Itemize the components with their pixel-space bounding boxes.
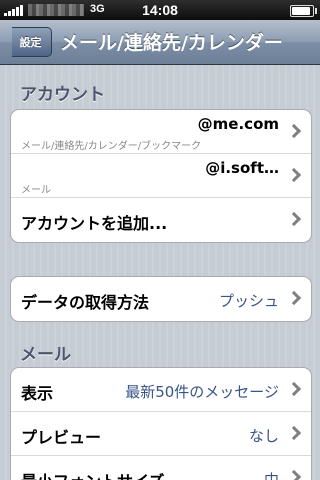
fetch-group: データの取得方法 プッシュ xyxy=(10,276,312,322)
chevron-right-icon xyxy=(286,425,302,441)
account-name: @me.com xyxy=(197,115,279,133)
status-time: 14:08 xyxy=(142,2,178,18)
page-title: メール/連絡先/カレンダー xyxy=(60,32,283,54)
chevron-right-icon xyxy=(286,381,302,397)
mail-group: 表示 最新50件のメッセージ プレビュー なし 最小フォントサイズ 中 xyxy=(10,367,312,480)
chevron-right-icon xyxy=(286,290,302,306)
chevron-right-icon xyxy=(286,123,302,139)
battery-icon xyxy=(290,5,317,17)
account-services: メール xyxy=(21,185,51,196)
status-bar: 3G 14:08 xyxy=(0,0,320,20)
preview-value: なし xyxy=(248,427,279,445)
account-name: @i.soft… xyxy=(205,159,279,177)
show-value: 最新50件のメッセージ xyxy=(125,383,279,401)
account-row-isoft[interactable]: @i.soft… メール xyxy=(11,154,311,198)
show-messages-row[interactable]: 表示 最新50件のメッセージ xyxy=(11,368,311,412)
font-size-label: 最小フォントサイズ xyxy=(21,468,165,480)
chevron-right-icon xyxy=(286,167,302,183)
chevron-right-icon xyxy=(286,469,302,480)
font-size-value: 中 xyxy=(263,471,279,480)
fetch-value: プッシュ xyxy=(218,292,279,310)
preview-label: プレビュー xyxy=(21,428,102,447)
settings-screen: 3G 14:08 設定 メール/連絡先/カレンダー アカウント @me.com … xyxy=(0,0,320,480)
fetch-new-data-row[interactable]: データの取得方法 プッシュ xyxy=(11,277,311,321)
preview-row[interactable]: プレビュー なし xyxy=(11,412,311,456)
navigation-bar: 設定 メール/連絡先/カレンダー xyxy=(0,20,320,65)
back-button-settings[interactable]: 設定 xyxy=(12,27,52,57)
back-button-label: 設定 xyxy=(19,37,42,49)
accounts-group: @me.com メール/連絡先/カレンダー/ブックマーク @i.soft… メー… xyxy=(10,109,312,243)
add-account-row[interactable]: アカウントを追加... xyxy=(11,198,311,242)
section-header-mail: メール xyxy=(20,345,71,365)
account-row-me[interactable]: @me.com メール/連絡先/カレンダー/ブックマーク xyxy=(11,110,311,154)
section-header-accounts: アカウント xyxy=(20,85,105,105)
chevron-right-icon xyxy=(286,211,302,227)
add-account-label: アカウントを追加... xyxy=(21,214,168,233)
battery-level-fill xyxy=(292,7,310,15)
show-label: 表示 xyxy=(21,384,54,403)
account-services: メール/連絡先/カレンダー/ブックマーク xyxy=(21,141,202,152)
minimum-font-size-row[interactable]: 最小フォントサイズ 中 xyxy=(11,456,311,480)
fetch-label: データの取得方法 xyxy=(21,293,150,312)
